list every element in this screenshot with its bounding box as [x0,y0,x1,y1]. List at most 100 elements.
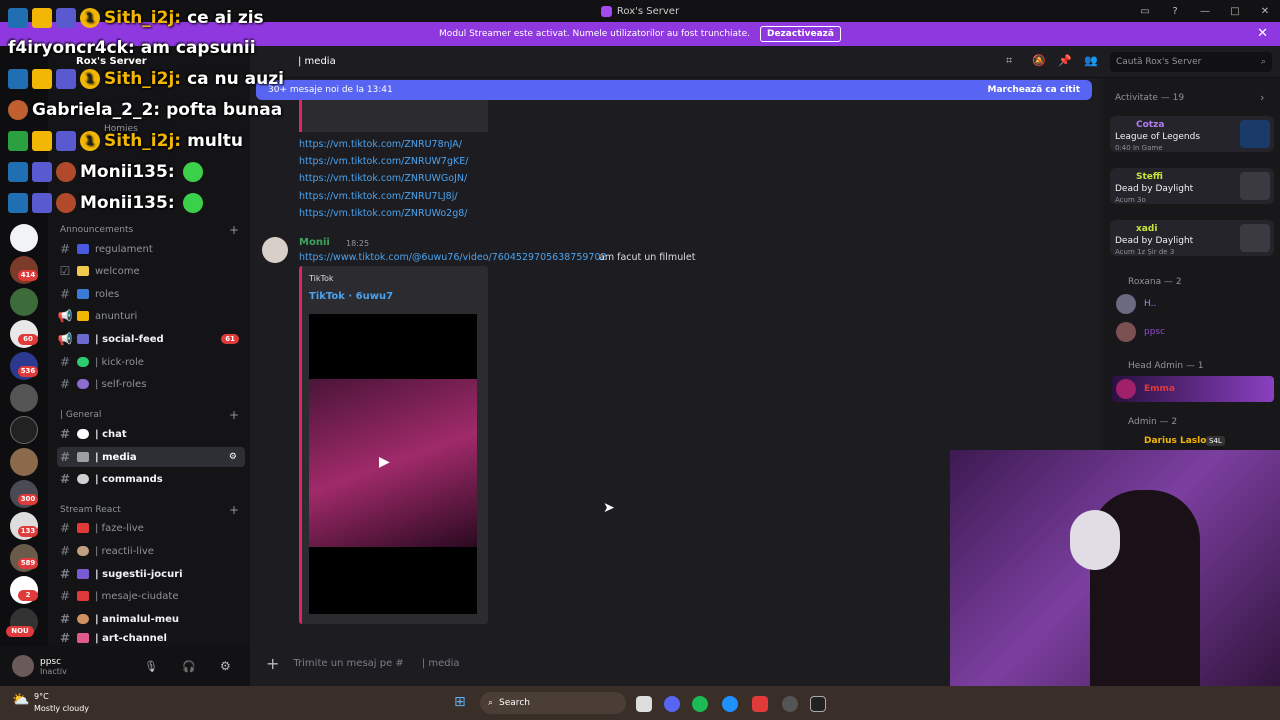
message-link[interactable]: https://vm.tiktok.com/ZNRU78nJA/ [299,139,462,150]
chevron-right-icon[interactable]: › [1260,91,1264,104]
discord-icon[interactable] [664,696,680,712]
hash-icon: # [59,377,71,391]
channel-sugestii-jocuri[interactable]: # | sugestii-jocuri [57,564,245,584]
channel-art-channel[interactable]: # | art-channel [57,631,245,645]
member-name[interactable]: ppsc [1144,327,1165,337]
minimize-button[interactable]: — [1190,0,1220,22]
emote-icon [182,162,203,182]
add-attachment-icon[interactable]: + [266,654,279,673]
message-link[interactable]: https://vm.tiktok.com/ZNRUW7gKE/ [299,156,468,167]
channel-kick-role[interactable]: # | kick-role [57,352,245,372]
channel-welcome[interactable]: ☑ welcome [57,261,245,281]
close-window-button[interactable]: ✕ [1250,0,1280,22]
channel-reactii-live[interactable]: # | reactii-live [57,541,245,561]
maximize-button[interactable]: □ [1220,0,1250,22]
image-icon [77,452,89,462]
channel-self-roles[interactable]: # | self-roles [57,374,245,394]
channel-commands[interactable]: # | commands [57,469,245,489]
spotify-icon[interactable] [692,696,708,712]
channel-regulament[interactable]: # regulament [57,239,245,259]
channel-faze-live[interactable]: # | faze-live [57,518,245,538]
emoji-icon [77,614,89,624]
embed-title[interactable]: TikTok · 6uwu7 [309,291,393,302]
weather-desc[interactable]: Mostly cloudy [34,704,89,713]
message-link[interactable]: https://vm.tiktok.com/ZNRUWo2g8/ [299,208,468,219]
search-input[interactable]: Caută Rox's Server ⌕ [1110,52,1272,72]
server-icon[interactable] [10,448,38,476]
avatar[interactable] [1116,294,1136,314]
server-badge: 133 [18,526,38,537]
channel-mesaje-ciudate[interactable]: # | mesaje-ciudate [57,586,245,606]
settings-icon[interactable]: ⚙ [229,452,237,462]
channel-media[interactable]: # | media ⚙ [57,447,245,467]
channel-social-feed[interactable]: 📢 | social-feed 61 [57,329,245,349]
message-link[interactable]: https://vm.tiktok.com/ZNRU7LJ8j/ [299,191,458,202]
channel-label: | animalul-meu [95,613,180,625]
epic-games-icon[interactable] [810,696,826,712]
add-channel-icon[interactable]: + [229,223,239,237]
new-messages-bar[interactable]: 30+ mesaje noi de la 13:41 Marchează ca … [256,80,1092,100]
category-general[interactable]: | General [60,410,101,420]
microphone-icon[interactable]: 🎙 [144,660,158,673]
subscriber-icon: 1 [80,131,100,151]
activity-card[interactable]: Steffi Dead by Daylight Acum 3o [1110,168,1274,204]
channel-animalul-meu[interactable]: # | animalul-meu [57,609,245,629]
add-channel-icon[interactable]: + [229,503,239,517]
badge-icon [8,131,28,151]
mute-icon[interactable]: 🔕 [1032,54,1046,67]
channel-roles[interactable]: # roles [57,284,245,304]
edge-icon[interactable] [722,696,738,712]
hash-icon: # [59,355,71,369]
windows-start-icon[interactable]: ⊞ [454,694,466,710]
hash-icon: # [59,631,71,645]
member-name[interactable]: Emma [1144,384,1175,394]
disable-streamer-button[interactable]: Dezactivează [759,26,841,42]
server-icon[interactable] [10,288,38,316]
avatar[interactable] [262,237,288,263]
category-stream-react[interactable]: Stream React [60,505,121,515]
mark-read-button[interactable]: Marchează ca citit [988,85,1080,95]
channel-anunturi[interactable]: 📢 anunturi [57,306,245,326]
members-icon[interactable]: 👥 [1084,54,1098,67]
app-icon[interactable] [752,696,768,712]
search-placeholder: Caută Rox's Server [1116,57,1202,67]
threads-icon[interactable]: ⌗ [1006,54,1012,68]
pin-icon[interactable]: 📌 [1058,54,1072,67]
avatar[interactable] [1116,379,1136,399]
message-composer[interactable]: + Trimite un mesaj pe # | media [256,648,956,678]
avatar[interactable] [1116,322,1136,342]
avatar[interactable] [12,655,34,677]
server-icon[interactable] [10,416,38,444]
member-name[interactable]: Darius Laslo [1144,436,1206,446]
channel-chat[interactable]: # | chat [57,424,245,444]
inbox-icon[interactable]: ▭ [1130,0,1160,22]
server-badge: 536 [18,366,38,377]
obs-icon[interactable] [782,696,798,712]
headphones-icon[interactable]: 🎧 [182,660,196,673]
member-name[interactable]: H.. [1144,299,1156,309]
video-player[interactable]: ▶ [309,314,477,614]
close-icon[interactable]: ✕ [1257,26,1268,41]
badge-icon [8,8,28,28]
composer-placeholder: Trimite un mesaj pe # [293,657,404,669]
add-channel-icon[interactable]: + [229,408,239,422]
message-link[interactable]: https://vm.tiktok.com/ZNRUWGoJN/ [299,173,467,184]
hash-icon: # [59,472,71,486]
weather-temp[interactable]: 9°C [34,692,49,701]
activity-user: Cotza [1136,120,1165,130]
message-link[interactable]: https://www.tiktok.com/@6uwu76/video/760… [299,252,607,263]
message-author[interactable]: Monii [299,237,330,248]
gear-icon[interactable]: ⚙ [220,659,231,673]
category-announcements[interactable]: Announcements [60,225,133,235]
taskbar-search[interactable]: ⌕ Search [480,692,626,714]
file-explorer-icon[interactable] [636,696,652,712]
play-icon[interactable]: ▶ [379,454,390,470]
help-icon[interactable]: ? [1160,0,1190,22]
activity-status: 0:40 In Game [1115,144,1163,152]
server-icon[interactable] [10,384,38,412]
chat-user: Monii135: [80,193,175,213]
activity-card[interactable]: Cotza League of Legends 0:40 In Game [1110,116,1274,152]
server-icon[interactable] [10,224,38,252]
activity-card[interactable]: xadi Dead by Daylight Acum 1z Șir de 3 [1110,220,1274,256]
channel-label: | reactii-live [95,545,154,557]
